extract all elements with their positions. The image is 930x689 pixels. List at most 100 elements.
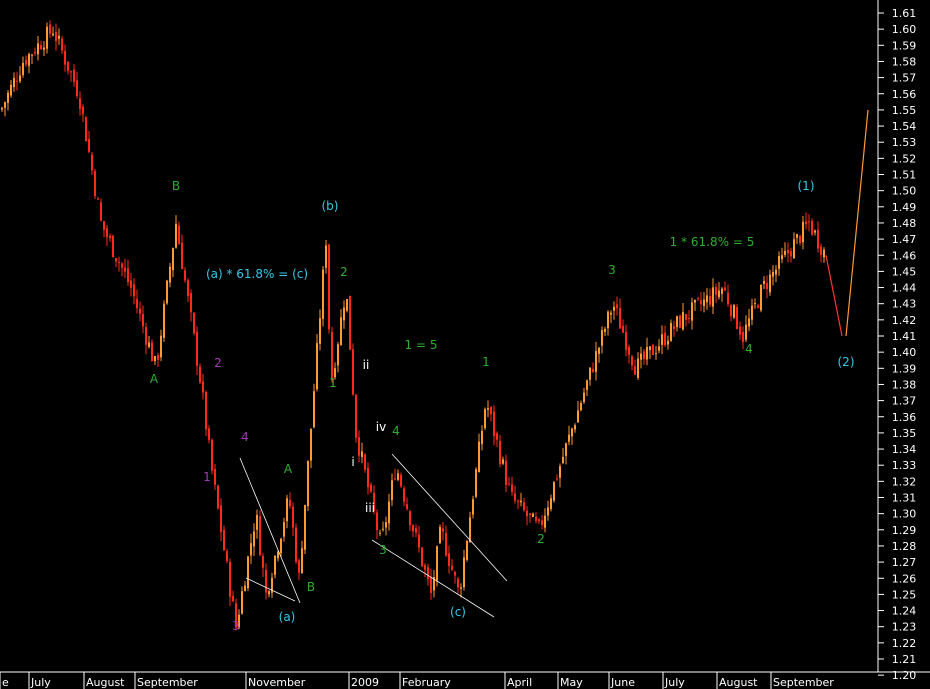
candle-body	[790, 251, 792, 257]
candle-body	[25, 59, 27, 65]
y-tick-label: 1.53	[892, 136, 917, 149]
candle-body	[391, 480, 393, 501]
candle-body	[319, 318, 321, 344]
candle-body	[370, 484, 372, 492]
candle-body	[136, 299, 138, 309]
candle-body	[556, 478, 558, 480]
candle-body	[358, 437, 360, 456]
candle-body	[619, 308, 621, 329]
x-tick-label: August	[719, 676, 758, 689]
candle-body	[676, 316, 678, 328]
candle-body	[55, 31, 57, 42]
candle-body	[100, 202, 102, 221]
wave-label: 2	[537, 532, 545, 546]
wave-label: 1	[329, 376, 337, 390]
candle-body	[694, 299, 696, 303]
candle-body	[724, 287, 726, 291]
candle-body	[376, 512, 378, 531]
candle-body	[604, 328, 606, 332]
candle-body	[166, 280, 168, 304]
wave-label: 1 * 61.8% = 5	[670, 235, 755, 249]
y-tick-label: 1.38	[892, 378, 917, 391]
y-tick-label: 1.35	[892, 427, 917, 440]
candle-body	[568, 434, 570, 442]
candle-body	[202, 381, 204, 393]
candle-body	[220, 505, 222, 533]
candle-body	[214, 468, 216, 485]
candle-body	[82, 106, 84, 115]
y-tick-label: 1.57	[892, 72, 917, 85]
candle-body	[7, 92, 9, 103]
candle-body	[475, 469, 477, 497]
candle-body	[571, 428, 573, 437]
candle-body	[796, 234, 798, 238]
candle-body	[58, 35, 60, 39]
candle-body	[574, 425, 576, 430]
candle-body	[292, 506, 294, 528]
candle-body	[682, 312, 684, 330]
candle-body	[241, 591, 243, 614]
y-tick-label: 1.27	[892, 556, 917, 569]
candle-body	[664, 332, 666, 346]
candle-body	[103, 221, 105, 230]
y-tick-label: 1.47	[892, 233, 917, 246]
candle-body	[622, 325, 624, 333]
wave-label: 1	[203, 470, 211, 484]
candle-body	[559, 466, 561, 478]
candle-body	[193, 312, 195, 334]
candle-body	[385, 522, 387, 528]
candle-body	[544, 515, 546, 528]
y-tick-label: 1.43	[892, 298, 917, 311]
y-tick-label: 1.28	[892, 540, 917, 553]
candle-body	[316, 343, 318, 390]
candle-body	[739, 326, 741, 335]
candle-body	[685, 314, 687, 320]
candle-body	[748, 318, 750, 327]
candle-body	[13, 77, 15, 88]
y-tick-label: 1.41	[892, 330, 917, 343]
candle-body	[607, 311, 609, 329]
candle-body	[778, 256, 780, 269]
candle-body	[199, 366, 201, 383]
candle-body	[496, 433, 498, 440]
candle-body	[454, 572, 456, 576]
candle-body	[601, 330, 603, 346]
candle-body	[364, 454, 366, 470]
candle-body	[697, 298, 699, 300]
y-tick-label: 1.55	[892, 104, 917, 117]
candle-body	[349, 295, 351, 350]
y-tick-label: 1.42	[892, 314, 917, 327]
candle-body	[175, 223, 177, 248]
candle-body	[298, 560, 300, 573]
candle-body	[766, 283, 768, 290]
candle-body	[583, 392, 585, 403]
wave-label: 2	[214, 356, 222, 370]
candle-body	[346, 299, 348, 311]
candle-body	[109, 235, 111, 239]
y-tick-label: 1.37	[892, 395, 917, 408]
x-tick-label: November	[248, 676, 306, 689]
wave-label: A	[150, 372, 159, 386]
candle-body	[808, 221, 810, 223]
candle-body	[745, 324, 747, 340]
candle-body	[106, 228, 108, 237]
x-tick-label: February	[402, 676, 451, 689]
candle-body	[277, 551, 279, 559]
candle-body	[187, 280, 189, 296]
candle-body	[34, 52, 36, 54]
candle-body	[721, 288, 723, 294]
candle-body	[310, 428, 312, 461]
candle-body	[178, 225, 180, 245]
candle-body	[763, 280, 765, 284]
candle-body	[535, 516, 537, 521]
candle-body	[217, 485, 219, 509]
candle-body	[280, 538, 282, 554]
y-tick-label: 1.22	[892, 637, 917, 650]
x-tick-label: July	[30, 676, 51, 689]
y-tick-label: 1.56	[892, 88, 917, 101]
candle-body	[610, 312, 612, 315]
candle-body	[181, 242, 183, 269]
x-tick-label: July	[664, 676, 685, 689]
candle-body	[406, 504, 408, 509]
candle-body	[517, 500, 519, 502]
